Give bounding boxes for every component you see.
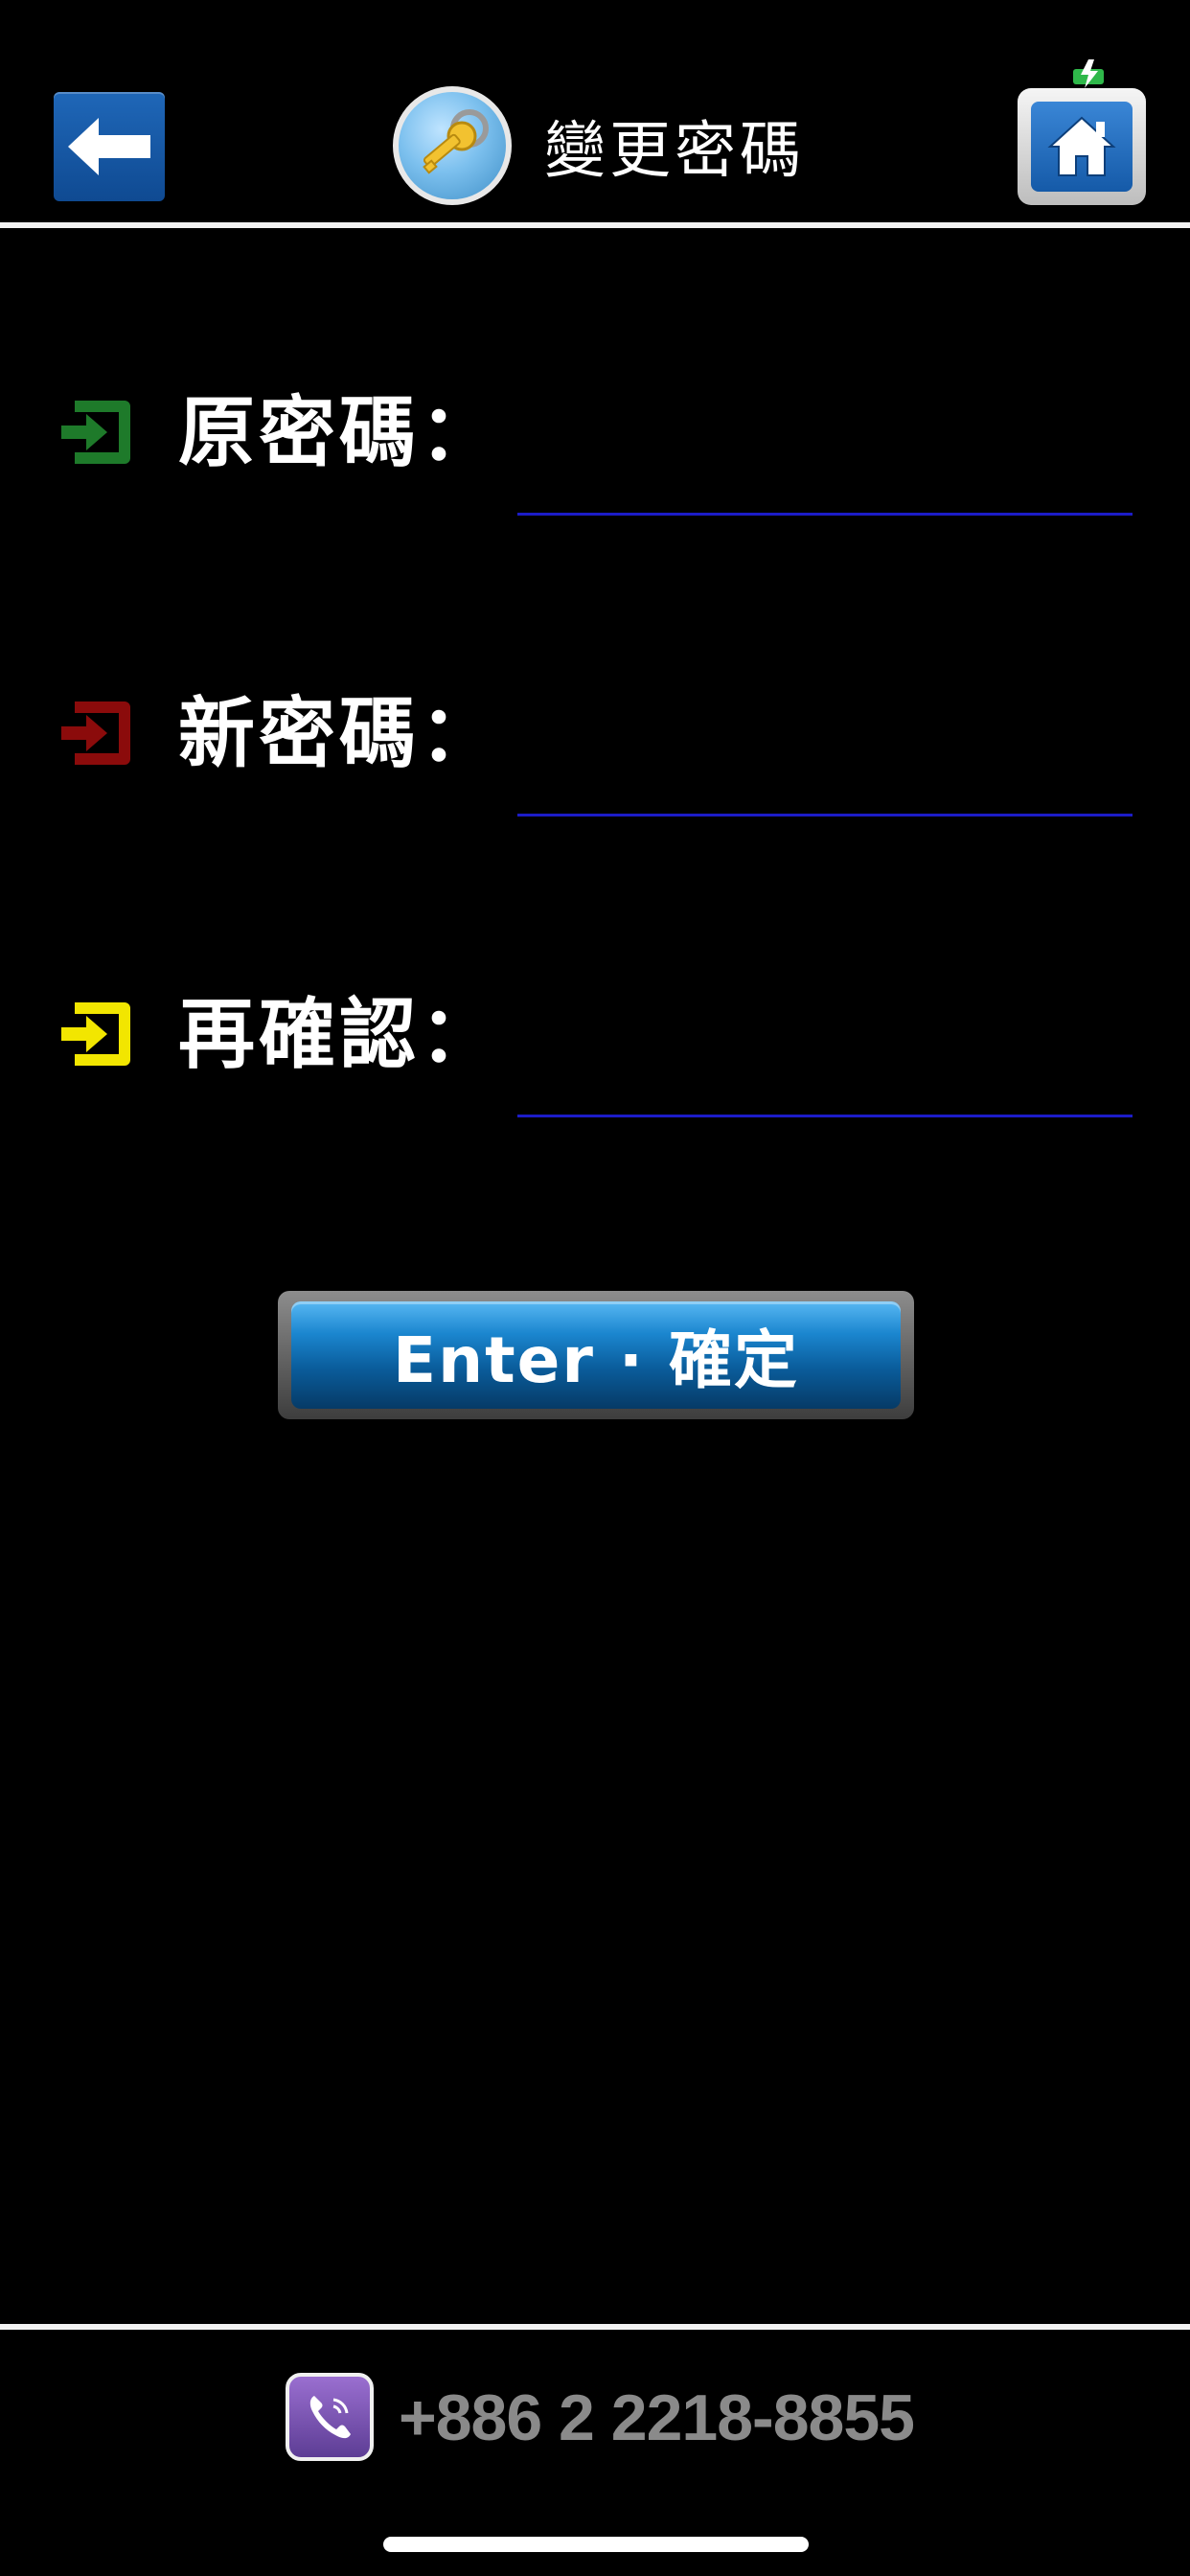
contact-footer: +886 2 2218-8855 [0, 2330, 1190, 2576]
old-password-row: 原密碼： [0, 385, 1190, 558]
back-button[interactable] [54, 92, 165, 201]
enter-confirm-button[interactable]: Enter · 確定 [291, 1301, 901, 1409]
login-arrow-icon [61, 401, 130, 464]
confirm-password-input[interactable] [517, 1045, 1133, 1117]
old-password-input[interactable] [517, 443, 1133, 516]
phone-number-link[interactable]: +886 2 2218-8855 [399, 2370, 915, 2466]
key-icon [393, 86, 512, 205]
home-icon [1047, 116, 1116, 176]
login-arrow-icon [61, 1002, 130, 1066]
viber-phone-icon[interactable] [286, 2373, 374, 2461]
confirm-password-label: 再確認： [178, 990, 500, 1079]
arrow-left-icon [68, 118, 150, 175]
home-button[interactable] [1018, 88, 1146, 205]
page-title: 變更密碼 [544, 116, 805, 187]
charging-bolt-icon [1073, 59, 1104, 88]
new-password-row: 新密碼： [0, 686, 1190, 859]
confirm-password-row: 再確認： [0, 987, 1190, 1160]
new-password-label: 新密碼： [178, 689, 500, 778]
new-password-input[interactable] [517, 744, 1133, 816]
home-indicator-bar[interactable] [383, 2537, 809, 2552]
page-title-group: 變更密碼 [393, 86, 805, 205]
top-navigation-bar: 變更密碼 [0, 0, 1190, 222]
login-arrow-icon [61, 702, 130, 765]
header-divider [0, 222, 1190, 228]
enter-button-frame: Enter · 確定 [278, 1291, 914, 1419]
old-password-label: 原密碼： [178, 388, 500, 477]
